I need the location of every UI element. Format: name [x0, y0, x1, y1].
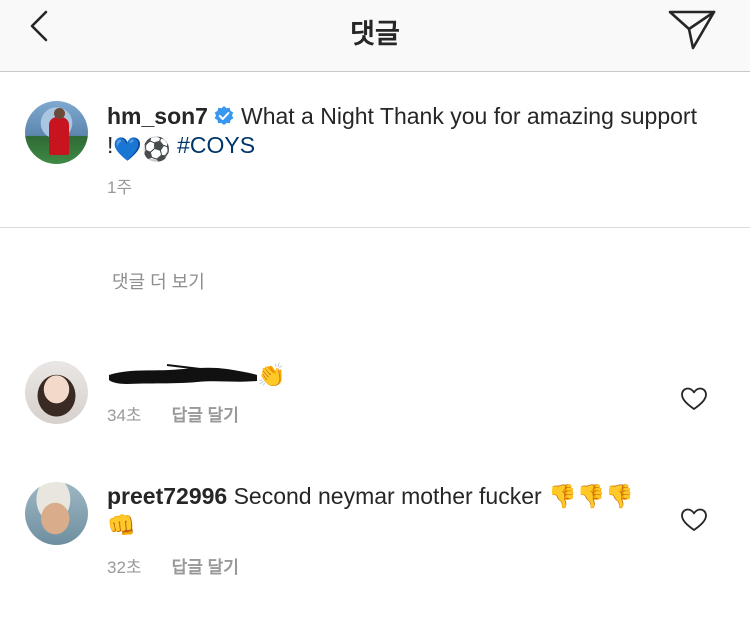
comment-text: 👏	[107, 361, 647, 390]
caption-emojis: 💙⚽	[113, 136, 171, 162]
heart-outline-icon[interactable]	[680, 507, 708, 533]
hashtag-link[interactable]: #COYS	[177, 132, 255, 158]
reply-button[interactable]: 답글 달기	[172, 406, 239, 425]
comment-timestamp: 34초	[107, 406, 142, 425]
reply-button[interactable]: 답글 달기	[172, 558, 239, 577]
comment-username[interactable]: preet72996	[107, 483, 227, 509]
comments-screen: 댓글 hm_son7 What a Night Thank you for am…	[0, 0, 750, 628]
verified-badge-icon	[214, 106, 234, 125]
comment-text: preet72996 Second neymar mother fucker 👎…	[107, 482, 647, 540]
comment-meta: 34초 답글 달기	[107, 401, 239, 426]
comment-content: 👏	[257, 362, 286, 388]
avatar[interactable]	[25, 101, 88, 164]
paper-plane-icon	[668, 10, 716, 50]
page-title: 댓글	[350, 19, 400, 50]
caption-timestamp: 1주	[107, 178, 133, 197]
post-caption: hm_son7 What a Night Thank you for amazi…	[0, 72, 750, 228]
avatar[interactable]	[25, 482, 88, 545]
comment-meta: 32초 답글 달기	[107, 553, 239, 578]
share-button[interactable]	[666, 4, 720, 52]
avatar[interactable]	[25, 361, 88, 424]
heart-outline-icon[interactable]	[680, 386, 708, 412]
load-more-comments[interactable]: 댓글 더 보기	[112, 268, 205, 294]
caption-username[interactable]: hm_son7	[107, 103, 208, 129]
comment-timestamp: 32초	[107, 558, 142, 577]
caption-text: hm_son7 What a Night Thank you for amazi…	[107, 102, 707, 164]
header-bar: 댓글	[0, 0, 750, 72]
redacted-username	[109, 364, 257, 384]
